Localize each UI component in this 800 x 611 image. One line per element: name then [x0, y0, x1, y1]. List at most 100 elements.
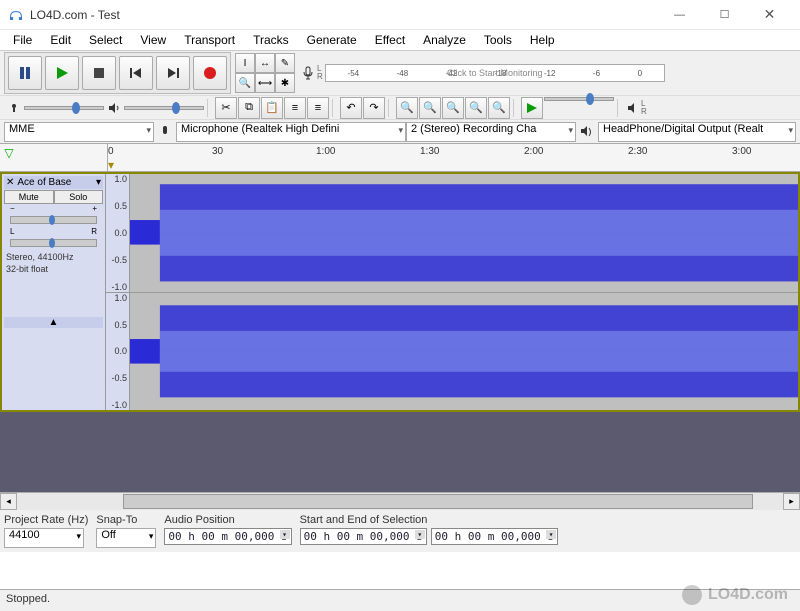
- cut-button[interactable]: ✂: [215, 97, 237, 119]
- play-speed-slider[interactable]: [544, 97, 614, 101]
- selection-label: Start and End of Selection: [300, 514, 558, 526]
- app-icon: [8, 7, 24, 23]
- track-area: ✕ Ace of Base ▾ Mute Solo −+ LR Stereo, …: [0, 172, 800, 492]
- track-waveforms[interactable]: 1.00.50.0-0.5-1.0: [106, 174, 798, 410]
- zoom-tool[interactable]: 🔍: [235, 73, 255, 93]
- toolbar-area: I ↔ ✎ 🔍 ⟷ ✱ LR -54-48-42 Click to Start …: [0, 50, 800, 144]
- menu-select[interactable]: Select: [80, 31, 131, 49]
- audio-position-display[interactable]: 00 h 00 m 00,000 s: [164, 528, 291, 545]
- recording-device-select[interactable]: Microphone (Realtek High Defini: [176, 122, 406, 142]
- status-bar: Stopped.: [0, 589, 800, 611]
- playhead-cursor: ▾: [108, 158, 114, 172]
- silence-button[interactable]: ≡: [307, 97, 329, 119]
- menu-view[interactable]: View: [131, 31, 175, 49]
- empty-track-area[interactable]: [0, 412, 800, 492]
- scroll-left-button[interactable]: ◂: [0, 493, 17, 510]
- meter-click-label: Click to Start Monitoring: [447, 68, 543, 78]
- maximize-button[interactable]: ☐: [702, 0, 747, 30]
- snap-to-label: Snap-To: [96, 514, 156, 526]
- edit-toolbar: ✂ ⧉ 📋 ≡ ≡: [215, 97, 329, 119]
- menu-help[interactable]: Help: [521, 31, 564, 49]
- redo-button[interactable]: ↷: [363, 97, 385, 119]
- zoom-out-button[interactable]: 🔍: [419, 97, 441, 119]
- track-pan-slider[interactable]: [10, 239, 97, 247]
- selection-tool[interactable]: I: [235, 53, 255, 73]
- timeshift-tool[interactable]: ⟷: [255, 73, 275, 93]
- track-name-label[interactable]: Ace of Base: [17, 177, 71, 188]
- minimize-button[interactable]: —: [657, 0, 702, 30]
- speaker-icon: [627, 102, 639, 114]
- play-button[interactable]: [45, 56, 79, 90]
- menu-bar: File Edit Select View Transport Tracks G…: [0, 30, 800, 50]
- play-at-speed-button[interactable]: [521, 97, 543, 119]
- pinned-play-head[interactable]: ▽: [2, 146, 16, 160]
- audio-track: ✕ Ace of Base ▾ Mute Solo −+ LR Stereo, …: [0, 172, 800, 412]
- track-close-button[interactable]: ✕: [6, 177, 14, 188]
- mute-button[interactable]: Mute: [4, 190, 54, 204]
- menu-analyze[interactable]: Analyze: [414, 31, 475, 49]
- menu-tracks[interactable]: Tracks: [244, 31, 298, 49]
- envelope-tool[interactable]: ↔: [255, 53, 275, 73]
- audio-position-label: Audio Position: [164, 514, 291, 526]
- timeline-ruler[interactable]: ▾ 0 30 1:00 1:30 2:00 2:30 3:00: [108, 144, 800, 171]
- snap-to-select[interactable]: Off: [96, 528, 156, 548]
- menu-edit[interactable]: Edit: [41, 31, 80, 49]
- menu-effect[interactable]: Effect: [366, 31, 414, 49]
- selection-toolbar: Project Rate (Hz) 44100 Snap-To Off Audi…: [0, 509, 800, 552]
- project-rate-select[interactable]: 44100: [4, 528, 84, 548]
- title-bar: LO4D.com - Test — ☐ ✕: [0, 0, 800, 30]
- waveform-left[interactable]: [130, 174, 798, 292]
- multi-tool[interactable]: ✱: [275, 73, 295, 93]
- selection-end-display[interactable]: 00 h 00 m 00,000 s: [431, 528, 558, 545]
- skip-end-button[interactable]: [156, 56, 190, 90]
- waveform-right[interactable]: [130, 293, 798, 411]
- horizontal-scrollbar[interactable]: ◂ ▸: [0, 492, 800, 509]
- fit-project-button[interactable]: 🔍: [465, 97, 487, 119]
- pause-button[interactable]: [8, 56, 42, 90]
- tools-toolbar: I ↔ ✎ 🔍 ⟷ ✱: [235, 53, 295, 93]
- toolbar-row-2: ✂ ⧉ 📋 ≡ ≡ ↶ ↷ 🔍 🔍 🔍 🔍 🔍 LR: [0, 95, 800, 119]
- recording-volume-slider[interactable]: [8, 102, 104, 114]
- watermark-icon: [682, 585, 702, 605]
- microphone-icon: [301, 66, 315, 80]
- microphone-icon: [158, 125, 172, 139]
- zoom-in-button[interactable]: 🔍: [396, 97, 418, 119]
- recording-meter[interactable]: LR -54-48-42 Click to Start Monitoring -…: [301, 64, 665, 82]
- track-gain-slider[interactable]: [10, 216, 97, 224]
- trim-button[interactable]: ≡: [284, 97, 306, 119]
- project-rate-label: Project Rate (Hz): [4, 514, 88, 526]
- selection-start-display[interactable]: 00 h 00 m 00,000 s: [300, 528, 427, 545]
- record-button[interactable]: [193, 56, 227, 90]
- undo-button[interactable]: ↶: [340, 97, 362, 119]
- draw-tool[interactable]: ✎: [275, 53, 295, 73]
- skip-start-button[interactable]: [119, 56, 153, 90]
- stop-button[interactable]: [82, 56, 116, 90]
- device-toolbar: MME Microphone (Realtek High Defini 2 (S…: [0, 119, 800, 143]
- zoom-toolbar: 🔍 🔍 🔍 🔍 🔍: [396, 97, 510, 119]
- menu-transport[interactable]: Transport: [175, 31, 244, 49]
- toolbar-row-1: I ↔ ✎ 🔍 ⟷ ✱ LR -54-48-42 Click to Start …: [0, 51, 800, 95]
- track-info: Stereo, 44100Hz 32-bit float: [4, 251, 103, 275]
- menu-generate[interactable]: Generate: [298, 31, 366, 49]
- audio-host-select[interactable]: MME: [4, 122, 154, 142]
- fit-selection-button[interactable]: 🔍: [442, 97, 464, 119]
- copy-button[interactable]: ⧉: [238, 97, 260, 119]
- playback-device-select[interactable]: HeadPhone/Digital Output (Realt: [598, 122, 796, 142]
- timeline-controls: ▽: [0, 144, 108, 171]
- recording-channels-select[interactable]: 2 (Stereo) Recording Cha: [406, 122, 576, 142]
- play-at-speed-toolbar: [521, 97, 614, 119]
- scrollbar-thumb[interactable]: [123, 494, 753, 509]
- menu-tools[interactable]: Tools: [475, 31, 521, 49]
- paste-button[interactable]: 📋: [261, 97, 283, 119]
- undo-toolbar: ↶ ↷: [340, 97, 385, 119]
- playback-meter[interactable]: LR: [627, 100, 647, 116]
- playback-volume-slider[interactable]: [108, 102, 204, 114]
- scroll-right-button[interactable]: ▸: [783, 493, 800, 510]
- zoom-toggle-button[interactable]: 🔍: [488, 97, 510, 119]
- transport-toolbar: [4, 52, 231, 94]
- track-collapse-button[interactable]: ▲: [4, 317, 103, 328]
- menu-file[interactable]: File: [4, 31, 41, 49]
- vertical-scale: 1.00.50.0-0.5-1.0: [106, 293, 130, 411]
- solo-button[interactable]: Solo: [54, 190, 104, 204]
- close-button[interactable]: ✕: [747, 0, 792, 30]
